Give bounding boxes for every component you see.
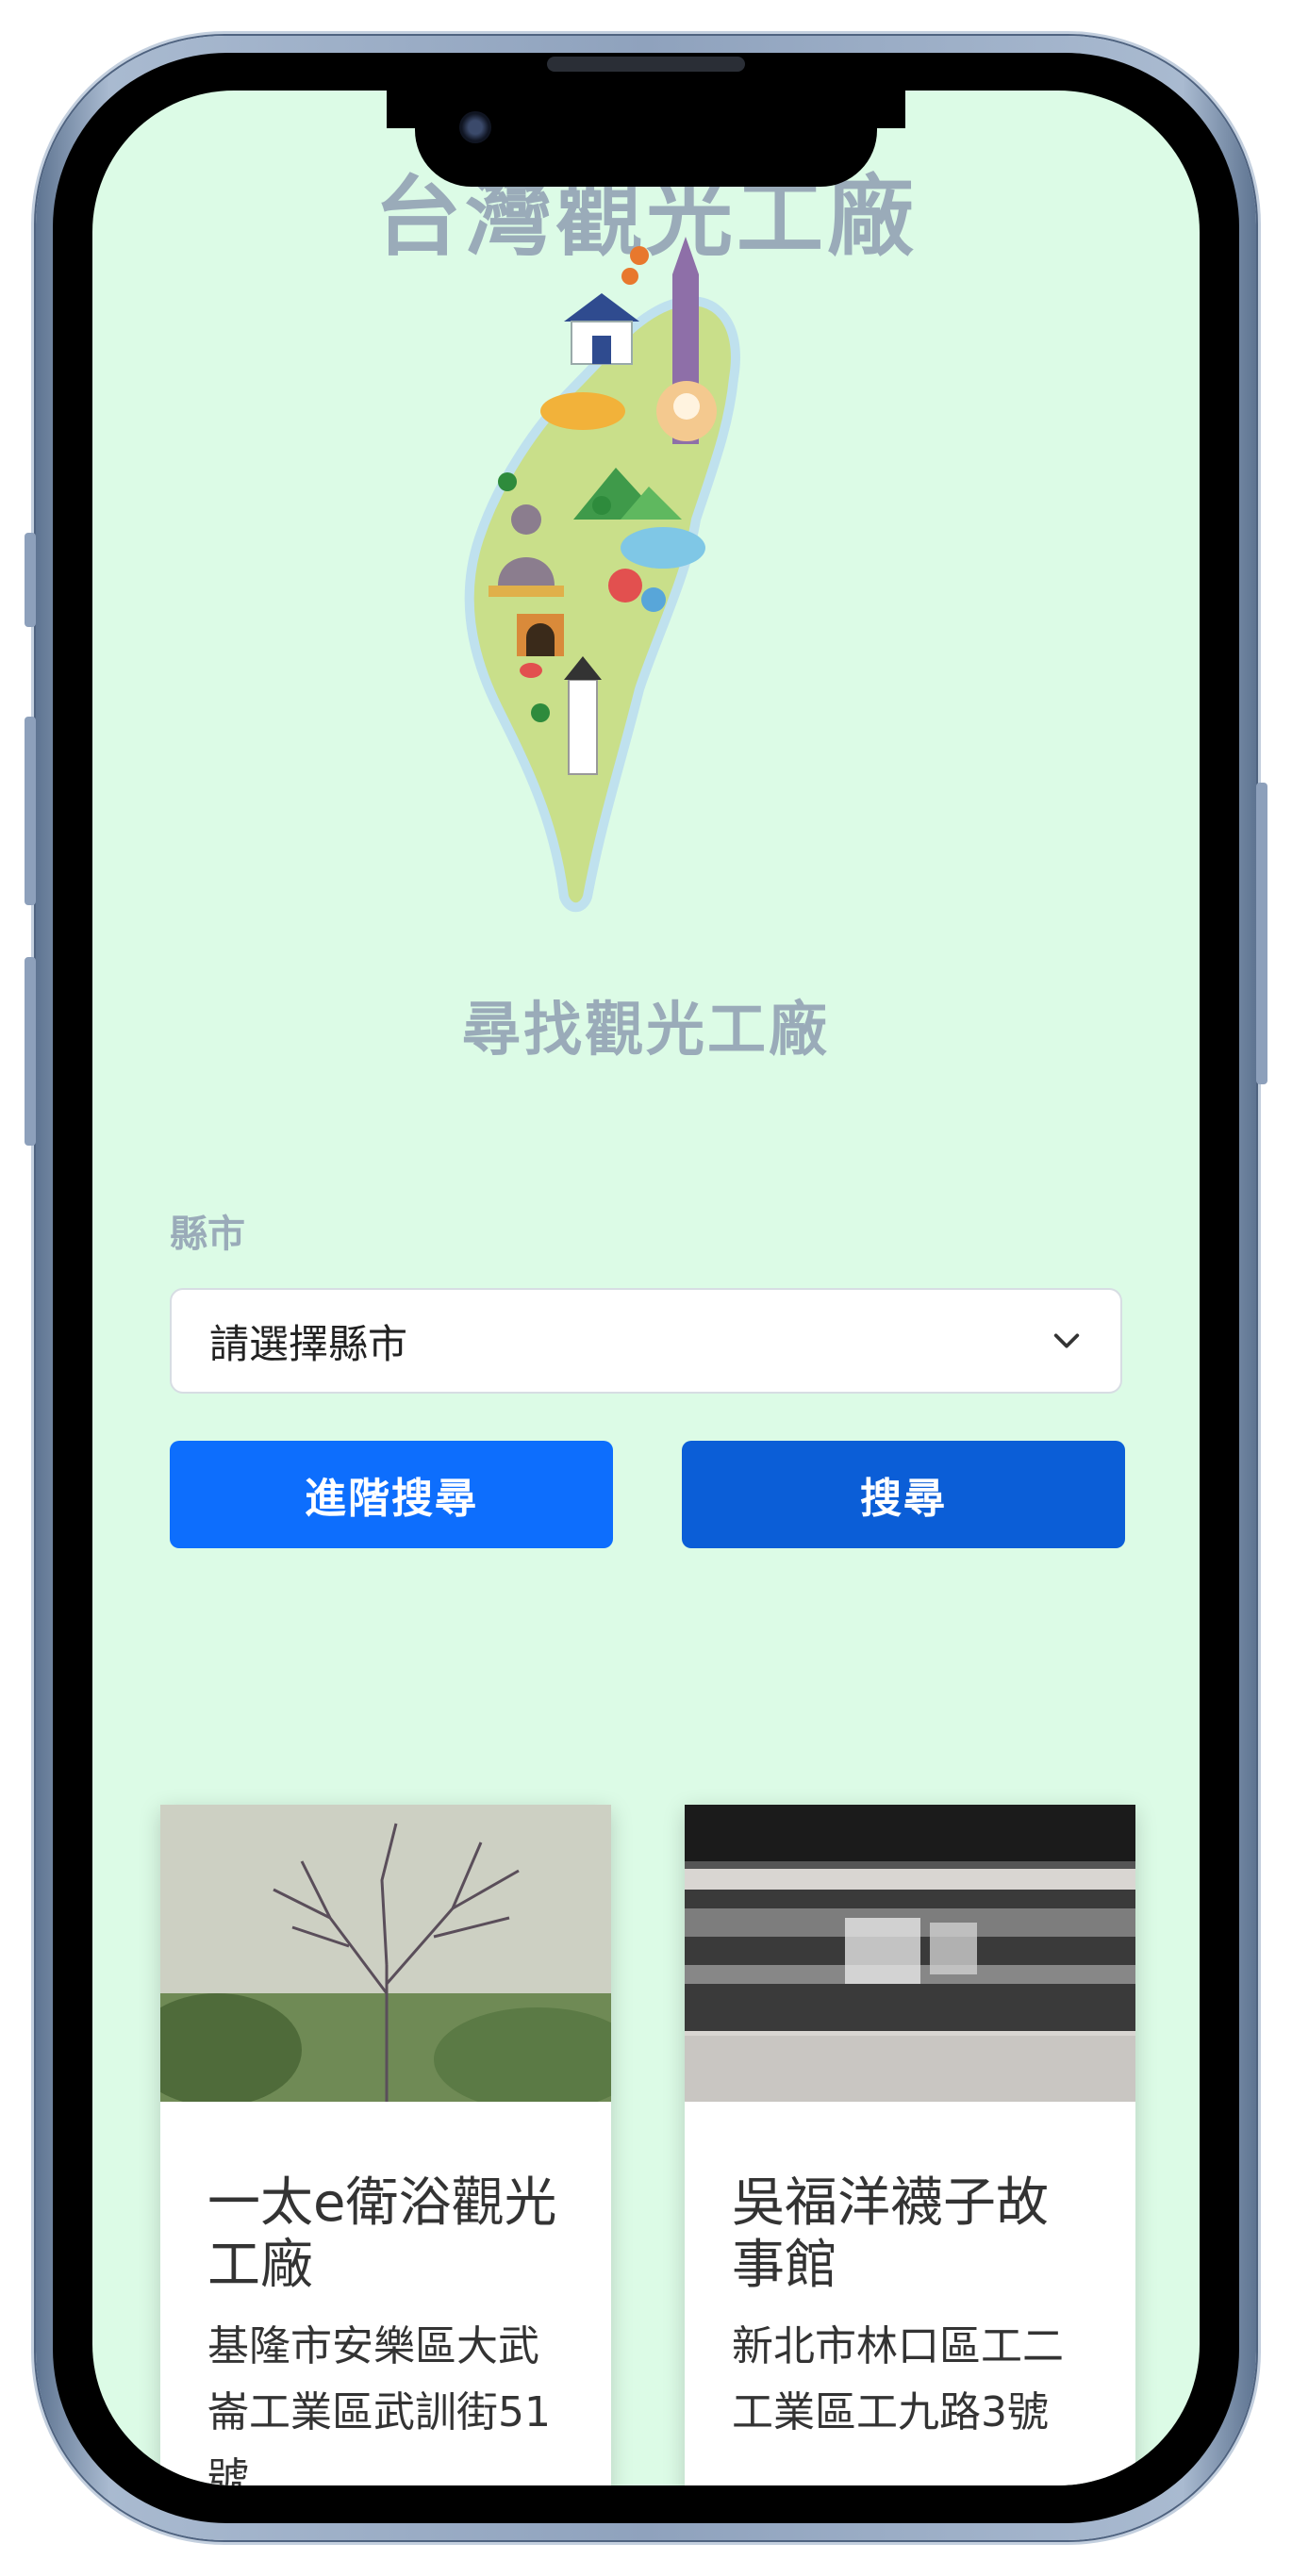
volume-up-button	[25, 717, 36, 905]
advanced-search-button[interactable]: 進階搜尋	[170, 1441, 613, 1548]
taiwan-map-illustration	[464, 237, 740, 913]
factory-card[interactable]: 吳福洋襪子故事館 新北市林口區工二工業區工九路3號	[685, 1805, 1135, 2485]
card-title: 吳福洋襪子故事館	[732, 2172, 1049, 2296]
speaker-grille	[547, 57, 745, 72]
county-select[interactable]: 請選擇縣市	[170, 1288, 1122, 1394]
search-button[interactable]: 搜尋	[682, 1441, 1125, 1548]
section-heading: 尋找觀光工廠	[461, 995, 830, 1064]
app-screen: 台灣觀光工廠 尋找觀光工廠 縣市 請選擇縣市 進階搜尋 搜尋 一太e衛浴觀光工廠…	[92, 91, 1200, 2485]
card-address: 新北市林口區工二工業區工九路3號	[732, 2322, 1064, 2436]
factory-card[interactable]: 一太e衛浴觀光工廠 基隆市安樂區大武崙工業區武訓街51號	[160, 1805, 611, 2485]
card-title: 一太e衛浴觀光工廠	[207, 2172, 557, 2296]
volume-down-button	[25, 957, 36, 1146]
county-select-value: 請選擇縣市	[209, 1320, 408, 1367]
card-address: 基隆市安樂區大武崙工業區武訓街51號	[207, 2322, 551, 2485]
mute-switch	[25, 533, 36, 627]
chevron-down-icon	[1053, 1333, 1080, 1348]
front-camera	[459, 111, 491, 143]
card-image-tree	[160, 1805, 611, 2102]
card-image-train	[685, 1805, 1135, 2102]
power-button	[1256, 783, 1267, 1084]
county-label: 縣市	[170, 1213, 245, 1256]
